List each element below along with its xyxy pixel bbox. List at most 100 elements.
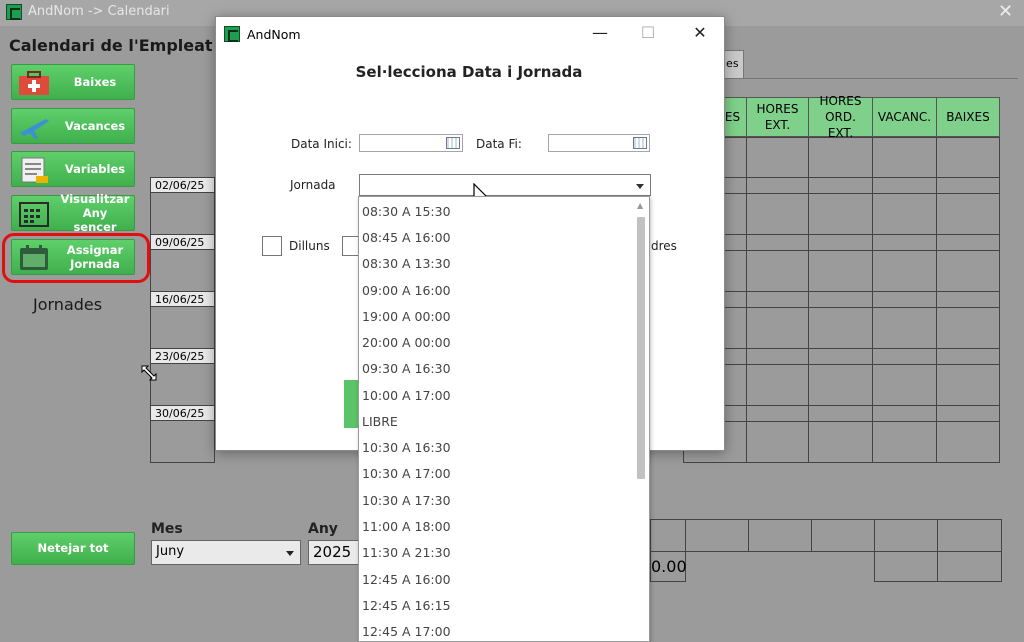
grid-hline bbox=[683, 234, 1000, 235]
jornada-option[interactable]: 10:30 A 17:00 bbox=[362, 461, 451, 487]
minimize-button[interactable]: — bbox=[585, 23, 615, 42]
grid-header-hores-ext: HORES EXT. bbox=[746, 97, 809, 137]
dialog-heading: Sel·lecciona Data i Jornada bbox=[355, 63, 583, 81]
grid-vline bbox=[872, 137, 873, 463]
grid-hline bbox=[683, 291, 1000, 292]
page-title: Calendari de l'Empleat : A bbox=[9, 36, 243, 55]
jornada-option[interactable]: 10:30 A 16:30 bbox=[362, 435, 451, 461]
jornada-option[interactable]: 09:00 A 16:00 bbox=[362, 278, 451, 304]
totals-vline bbox=[811, 519, 812, 552]
week-date: 23/06/25 bbox=[151, 349, 214, 364]
jornada-option[interactable]: 09:30 A 16:30 bbox=[362, 356, 451, 382]
jornada-option[interactable]: 12:45 A 16:15 bbox=[362, 593, 451, 619]
window-close-button[interactable]: ✕ bbox=[998, 1, 1013, 22]
tab-divider bbox=[683, 78, 1018, 79]
app-logo-icon bbox=[6, 4, 22, 20]
jornada-option[interactable]: 20:00 A 00:00 bbox=[362, 330, 451, 356]
grid-hline bbox=[683, 307, 1000, 308]
jornada-option[interactable]: 12:45 A 17:00 bbox=[362, 619, 451, 641]
week-date: 02/06/25 bbox=[151, 178, 214, 193]
year-input[interactable]: 2025 bbox=[308, 540, 360, 565]
totals-vline bbox=[937, 519, 938, 552]
totals-vline bbox=[874, 519, 875, 552]
dilluns-checkbox[interactable] bbox=[262, 236, 282, 256]
jornada-option[interactable]: 08:45 A 16:00 bbox=[362, 225, 451, 251]
totals-vline bbox=[748, 519, 749, 552]
grid-header-baixes: BAIXES bbox=[936, 97, 1000, 137]
week-cell[interactable]: 16/06/25 bbox=[150, 291, 215, 349]
week-date: 09/06/25 bbox=[151, 235, 214, 250]
week-date: 16/06/25 bbox=[151, 292, 214, 307]
jornada-option[interactable]: LIBRE bbox=[362, 409, 398, 435]
totals-header-row bbox=[650, 519, 1002, 552]
highlight-annotation bbox=[2, 233, 150, 283]
total-value: 0.00 bbox=[650, 552, 687, 582]
grid-hline bbox=[683, 193, 1000, 194]
divendres-label: dres bbox=[651, 239, 677, 253]
data-inici-label: Data Inici: bbox=[291, 137, 352, 151]
vacances-button[interactable]: Vacances bbox=[11, 108, 135, 144]
jornada-option[interactable]: 19:00 A 00:00 bbox=[362, 304, 451, 330]
scroll-up-icon[interactable]: ▲ bbox=[637, 201, 643, 210]
data-inici-input[interactable] bbox=[359, 134, 463, 152]
jornada-label: Jornada bbox=[290, 178, 336, 192]
jornada-option[interactable]: 11:30 A 21:30 bbox=[362, 540, 451, 566]
dilluns-label: Dilluns bbox=[289, 239, 330, 253]
jornada-option[interactable]: 12:45 A 16:00 bbox=[362, 567, 451, 593]
medical-kit-icon bbox=[19, 71, 49, 95]
airplane-icon bbox=[20, 119, 49, 139]
visualitzar-any-label: Visualitzar Any sencer bbox=[60, 192, 130, 234]
week-cell[interactable]: 02/06/25 bbox=[150, 177, 215, 235]
calendar-picker-icon[interactable] bbox=[633, 137, 647, 149]
totals-vline bbox=[685, 519, 686, 552]
resize-cursor-icon bbox=[141, 365, 157, 381]
maximize-button[interactable]: ☐ bbox=[633, 23, 663, 42]
jornada-dropdown-list: ▲ 08:30 A 15:30 08:45 A 16:00 08:30 A 13… bbox=[358, 196, 650, 642]
grid-vline bbox=[808, 137, 809, 463]
grid-vline bbox=[746, 137, 747, 463]
jornada-option[interactable]: 08:30 A 13:30 bbox=[362, 251, 451, 277]
grid-header-hores-ord-ext: HORES ORD. EXT. bbox=[808, 94, 873, 140]
dialog-close-button[interactable]: ✕ bbox=[685, 23, 715, 42]
grid-body bbox=[683, 137, 1000, 463]
calendar-picker-icon[interactable] bbox=[446, 137, 460, 149]
year-label: Any bbox=[308, 521, 338, 537]
totals-cell bbox=[874, 552, 1002, 582]
variables-button[interactable]: Variables bbox=[11, 151, 135, 187]
grid-hline bbox=[683, 177, 1000, 178]
netejar-tot-button[interactable]: Netejar tot bbox=[11, 532, 135, 565]
month-select[interactable]: Juny bbox=[151, 540, 301, 565]
dialog-logo-icon bbox=[224, 26, 240, 42]
clipboard-icon bbox=[21, 157, 48, 183]
grid-vline bbox=[936, 137, 937, 463]
data-fi-label: Data Fi: bbox=[476, 137, 522, 151]
vacances-label: Vacances bbox=[64, 119, 126, 133]
jornades-label: Jornades bbox=[33, 295, 103, 314]
grid-hline bbox=[683, 364, 1000, 365]
week-cell[interactable]: 23/06/25 bbox=[150, 348, 215, 406]
baixes-button[interactable]: Baixes bbox=[11, 64, 135, 100]
jornada-option[interactable]: 11:00 A 18:00 bbox=[362, 514, 451, 540]
calendar-grid-icon bbox=[19, 202, 49, 227]
window-title: AndNom -> Calendari bbox=[28, 4, 170, 19]
scrollbar-thumb[interactable] bbox=[637, 217, 645, 479]
month-label: Mes bbox=[151, 521, 183, 537]
week-date: 30/06/25 bbox=[151, 406, 214, 421]
visualitzar-any-button[interactable]: Visualitzar Any sencer bbox=[11, 192, 135, 234]
jornada-select[interactable] bbox=[359, 174, 651, 196]
dialog-title: AndNom bbox=[247, 27, 301, 42]
jornada-option[interactable]: 10:30 A 17:30 bbox=[362, 488, 451, 514]
grid-hline bbox=[683, 348, 1000, 349]
grid-hline bbox=[683, 421, 1000, 422]
grid-header-vacanc: VACANC. bbox=[872, 97, 937, 137]
chevron-down-icon bbox=[286, 551, 294, 556]
week-cell[interactable]: 09/06/25 bbox=[150, 234, 215, 292]
jornada-option[interactable]: 08:30 A 15:30 bbox=[362, 199, 451, 225]
baixes-label: Baixes bbox=[73, 75, 117, 89]
totals-vline bbox=[937, 552, 938, 582]
grid-hline bbox=[683, 250, 1000, 251]
grid-hline bbox=[683, 405, 1000, 406]
data-fi-input[interactable] bbox=[548, 134, 650, 152]
jornada-option[interactable]: 10:00 A 17:00 bbox=[362, 383, 451, 409]
week-cell[interactable]: 30/06/25 bbox=[150, 405, 215, 463]
